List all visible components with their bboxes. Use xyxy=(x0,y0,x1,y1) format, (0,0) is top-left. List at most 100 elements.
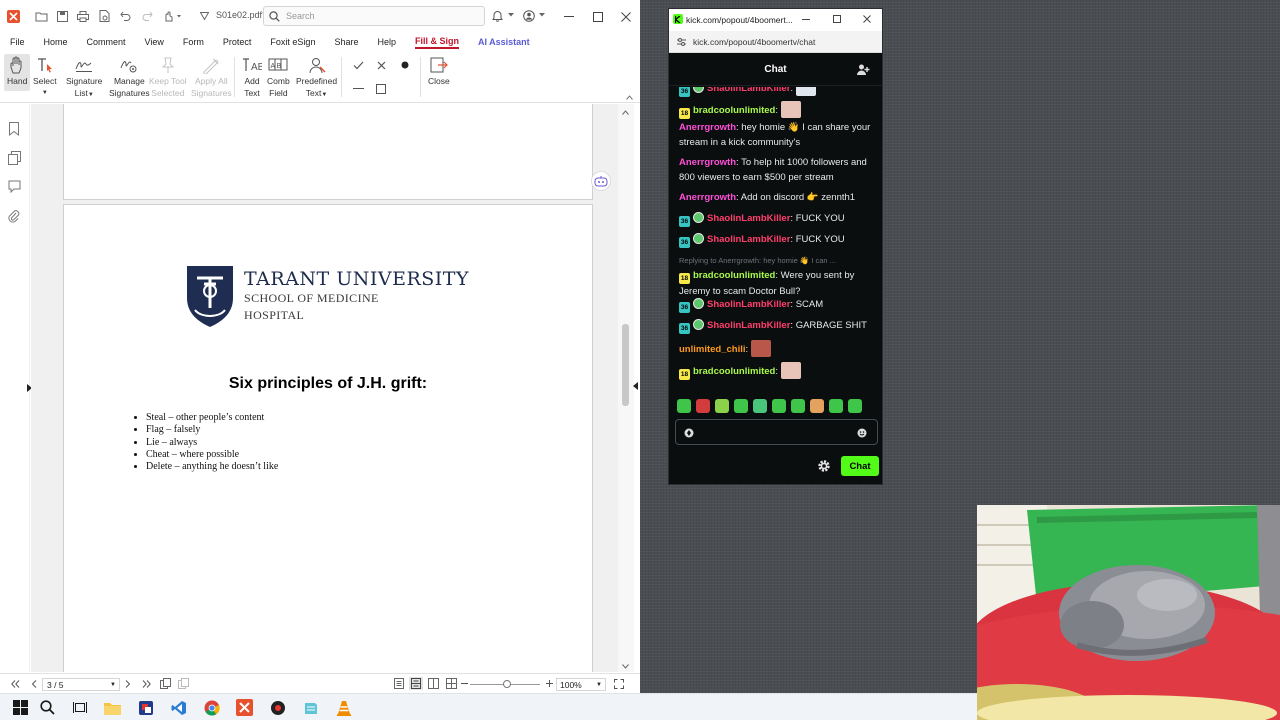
bell-icon[interactable] xyxy=(490,9,504,23)
chat-username[interactable]: ShaolinLambKiller xyxy=(707,299,790,310)
filter-arrow-icon[interactable] xyxy=(198,10,210,22)
address-bar[interactable]: kick.com/popout/4boomertv/chat xyxy=(669,31,882,53)
menu-ai-assistant[interactable]: AI Assistant xyxy=(478,37,530,47)
quick-emote-button[interactable] xyxy=(772,399,786,413)
bell-dropdown-icon[interactable] xyxy=(507,11,515,19)
chat-message-input[interactable] xyxy=(696,426,856,436)
predefined-text-button[interactable]: Predefined Text▼ xyxy=(296,54,337,101)
redo-icon[interactable] xyxy=(140,9,154,23)
scroll-up-icon[interactable] xyxy=(622,110,629,115)
zoom-dropdown-arrow[interactable]: ▼ xyxy=(596,682,602,688)
pages-thumbnail-icon[interactable] xyxy=(8,151,21,165)
bookmark-icon[interactable] xyxy=(8,122,20,136)
vlc-icon[interactable] xyxy=(335,699,352,716)
menu-foxit-esign[interactable]: Foxit eSign xyxy=(270,37,315,47)
continuous-facing-view-icon[interactable] xyxy=(445,677,458,690)
previous-view-icon[interactable] xyxy=(158,677,172,690)
popout-maximize-icon[interactable] xyxy=(833,15,841,23)
menu-help[interactable]: Help xyxy=(377,37,396,47)
chat-mode-icon[interactable] xyxy=(684,428,694,438)
zoom-slider[interactable] xyxy=(470,680,540,688)
account-dropdown-icon[interactable] xyxy=(538,11,546,19)
chat-username[interactable]: ShaolinLambKiller xyxy=(707,213,790,224)
menu-fill-and-sign[interactable]: Fill & Sign xyxy=(415,36,459,49)
chat-send-button[interactable]: Chat xyxy=(841,456,879,476)
menu-view[interactable]: View xyxy=(145,37,164,47)
search-input[interactable] xyxy=(286,11,466,21)
chat-username[interactable]: bradcoolunlimited xyxy=(693,105,775,116)
comb-field-button[interactable]: AB Comb Field xyxy=(267,54,290,99)
scroll-down-icon[interactable] xyxy=(622,664,629,669)
search-box[interactable] xyxy=(263,6,485,26)
quick-emote-button[interactable] xyxy=(829,399,843,413)
line-tool-icon[interactable] xyxy=(351,82,365,96)
menu-protect[interactable]: Protect xyxy=(223,37,252,47)
address-url[interactable]: kick.com/popout/4boomertv/chat xyxy=(693,37,815,47)
file-explorer-icon[interactable] xyxy=(104,699,121,716)
chat-username[interactable]: bradcoolunlimited xyxy=(693,366,775,377)
save-icon[interactable] xyxy=(55,9,69,23)
single-page-view-icon[interactable] xyxy=(392,677,405,690)
menu-comment[interactable]: Comment xyxy=(87,37,126,47)
menu-share[interactable]: Share xyxy=(334,37,358,47)
quick-emote-button[interactable] xyxy=(715,399,729,413)
zoom-slider-knob[interactable] xyxy=(503,680,511,688)
taskbar-search-icon[interactable] xyxy=(39,699,56,716)
chat-settings-gear-icon[interactable] xyxy=(817,459,831,473)
minimize-icon[interactable] xyxy=(562,10,576,24)
keep-tool-selected-button[interactable]: Keep Tool Selected xyxy=(149,54,187,99)
rectangle-tool-icon[interactable] xyxy=(374,82,388,96)
chat-username[interactable]: ShaolinLambKiller xyxy=(707,234,790,245)
checkmark-tool-icon[interactable] xyxy=(351,58,365,72)
chat-username[interactable]: bradcoolunlimited xyxy=(693,270,775,281)
quick-emote-button[interactable] xyxy=(677,399,691,413)
chat-username[interactable]: unlimited_chili xyxy=(679,344,746,355)
next-view-icon[interactable] xyxy=(176,677,190,690)
start-button-icon[interactable] xyxy=(12,699,29,716)
select-tool-button[interactable]: Select ▼ xyxy=(33,54,57,99)
popout-close-icon[interactable] xyxy=(863,15,871,23)
properties-icon[interactable] xyxy=(97,9,111,23)
attachment-icon[interactable] xyxy=(8,210,20,224)
emoji-picker-icon[interactable] xyxy=(857,428,867,438)
obs-app-icon[interactable] xyxy=(137,699,154,716)
undo-icon[interactable] xyxy=(118,9,132,23)
cross-tool-icon[interactable] xyxy=(374,58,388,72)
apply-all-signatures-button[interactable]: Apply All Signatures xyxy=(191,54,232,99)
recording-app-icon[interactable] xyxy=(269,699,286,716)
comments-icon[interactable] xyxy=(8,180,21,193)
dot-tool-icon[interactable] xyxy=(398,58,412,72)
chat-username[interactable]: Anerrgrowth xyxy=(679,192,736,203)
scrollbar-thumb[interactable] xyxy=(622,324,629,406)
print-icon[interactable] xyxy=(76,9,90,23)
hand-tool-dropdown-icon[interactable] xyxy=(162,9,182,23)
chat-username[interactable]: Anerrgrowth xyxy=(679,122,736,133)
collapse-ribbon-icon[interactable] xyxy=(626,95,633,100)
ai-assistant-floating-button[interactable] xyxy=(591,171,611,191)
signature-list-button[interactable]: Signature List▼ xyxy=(66,54,102,101)
vscode-icon[interactable] xyxy=(170,699,187,716)
close-fill-sign-button[interactable]: Close xyxy=(428,54,450,88)
zoom-in-icon[interactable] xyxy=(544,677,554,690)
chat-input-box[interactable] xyxy=(675,419,878,445)
page-number-field[interactable]: 3 / 5 ▼ xyxy=(42,678,120,691)
quick-emote-button[interactable] xyxy=(696,399,710,413)
quick-emote-button[interactable] xyxy=(848,399,862,413)
next-page-icon[interactable] xyxy=(121,677,134,690)
open-file-icon[interactable] xyxy=(34,9,48,23)
add-text-button[interactable]: AB Add Text xyxy=(242,54,262,99)
quick-emote-button[interactable] xyxy=(791,399,805,413)
continuous-view-icon[interactable] xyxy=(409,677,423,690)
last-page-icon[interactable] xyxy=(140,677,153,690)
close-icon[interactable] xyxy=(619,10,633,24)
quick-emote-button[interactable] xyxy=(734,399,748,413)
notepad-app-icon[interactable] xyxy=(302,699,319,716)
foxit-taskbar-icon[interactable] xyxy=(236,699,253,716)
reply-context[interactable]: Replying to Anerrgrowth: hey homie 👋 I c… xyxy=(679,253,874,268)
menu-form[interactable]: Form xyxy=(183,37,204,47)
site-settings-icon[interactable] xyxy=(677,38,686,46)
first-page-icon[interactable] xyxy=(9,677,22,690)
quick-emote-button[interactable] xyxy=(753,399,767,413)
chat-username[interactable]: ShaolinLambKiller xyxy=(707,320,790,331)
expand-right-panel-icon[interactable] xyxy=(633,382,638,390)
